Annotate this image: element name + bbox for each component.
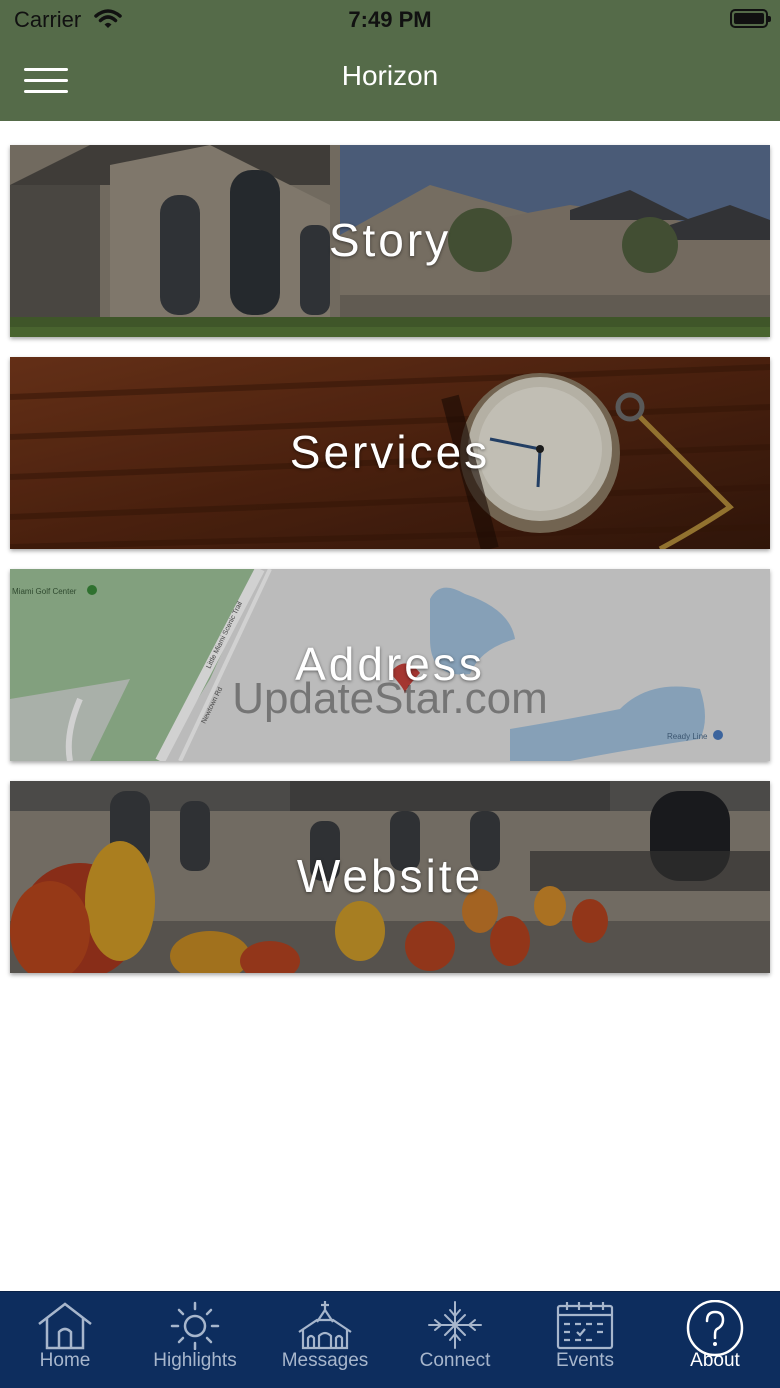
- tab-home[interactable]: Home: [0, 1292, 130, 1388]
- tab-connect[interactable]: Connect: [390, 1292, 520, 1388]
- page-title: Horizon: [341, 60, 439, 91]
- tab-messages[interactable]: Messages: [260, 1292, 390, 1388]
- tile-address[interactable]: Miami Golf Center Little Miami Scenic Tr…: [10, 569, 770, 761]
- tab-label-home: Home: [39, 1350, 91, 1371]
- church-icon: [298, 1301, 352, 1350]
- status-bar: Carrier 7:49 PM: [0, 0, 780, 40]
- tab-about[interactable]: About: [650, 1292, 780, 1388]
- calendar-icon: [556, 1302, 614, 1350]
- battery-icon: [730, 9, 771, 28]
- tile-label-address: Address: [295, 638, 485, 690]
- tab-label-connect: Connect: [419, 1350, 491, 1371]
- tile-label-website: Website: [296, 850, 484, 902]
- tile-label-story: Story: [328, 214, 452, 266]
- tile-label-services: Services: [289, 426, 491, 478]
- status-time: 7:49 PM: [348, 7, 432, 32]
- nav-bar: Horizon: [0, 40, 780, 121]
- tab-label-messages: Messages: [281, 1350, 369, 1371]
- tile-website[interactable]: Website: [10, 781, 770, 973]
- connect-icon: [428, 1301, 482, 1349]
- tab-label-about: About: [690, 1350, 740, 1371]
- tile-story[interactable]: Story: [10, 145, 770, 337]
- tile-services[interactable]: Services: [10, 357, 770, 549]
- tab-bar: Home Highlights Messages Connect Events …: [0, 1291, 780, 1388]
- tab-events[interactable]: Events: [520, 1292, 650, 1388]
- tab-label-events: Events: [555, 1350, 615, 1371]
- sun-icon: [170, 1301, 220, 1350]
- house-icon: [38, 1302, 92, 1350]
- tab-highlights[interactable]: Highlights: [130, 1292, 260, 1388]
- tab-label-highlights: Highlights: [153, 1350, 237, 1371]
